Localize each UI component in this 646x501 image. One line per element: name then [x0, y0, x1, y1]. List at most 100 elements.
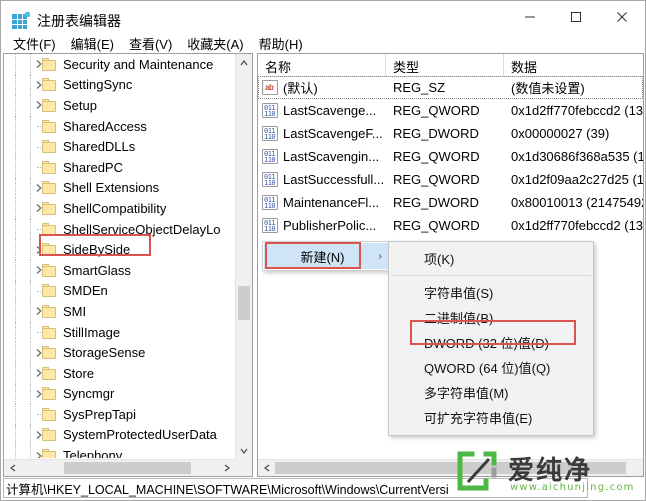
- menu-new-string[interactable]: 字符串值(S): [389, 280, 593, 305]
- tree-item-label: Syncmgr: [63, 386, 115, 402]
- tree-item-label: SharedPC: [63, 159, 123, 175]
- tree-item-settingsync[interactable]: SettingSync: [4, 74, 234, 96]
- tree-indent: [4, 177, 52, 199]
- tree-item-smartglass[interactable]: SmartGlass: [4, 259, 234, 281]
- table-row[interactable]: ab (默认) REG_SZ (数值未设置): [258, 76, 643, 99]
- tree-indent: [4, 445, 52, 458]
- table-row[interactable]: 011 110 MaintenanceFl... REG_DWORD 0x8001001…: [258, 191, 643, 214]
- tree-item-sharedpc[interactable]: SharedPC: [4, 156, 234, 178]
- tree-item-shellserviceobjectdelaylo[interactable]: ShellServiceObjectDelayLo: [4, 218, 234, 240]
- registry-tree[interactable]: Security and Maintenance SettingSync Setup…: [4, 54, 234, 458]
- value-name: LastSuccessfull...: [283, 172, 385, 187]
- tree-indent: [4, 54, 52, 75]
- folder-icon: [42, 98, 57, 112]
- menu-help[interactable]: 帮助(H): [253, 32, 312, 55]
- binary-value-icon: 011 110: [262, 195, 278, 210]
- column-header-data[interactable]: 数据: [504, 54, 643, 76]
- menu-new-key[interactable]: 项(K): [389, 246, 593, 271]
- binary-value-icon: 011 110: [262, 172, 278, 187]
- menu-edit[interactable]: 编辑(E): [65, 32, 123, 55]
- tree-scroll-down-button[interactable]: [236, 442, 252, 459]
- tree-hscroll-thumb[interactable]: [64, 462, 191, 474]
- folder-icon: [42, 181, 57, 195]
- tree-item-syncmgr[interactable]: Syncmgr: [4, 383, 234, 405]
- menu-new-expandable-str[interactable]: 可扩充字符串值(E): [389, 405, 593, 430]
- tree-item-storagesense[interactable]: StorageSense: [4, 342, 234, 363]
- tree-item-stillimage[interactable]: StillImage: [4, 321, 234, 343]
- folder-icon: [42, 263, 57, 277]
- registry-tree-pane: Security and Maintenance SettingSync Setup…: [3, 53, 253, 477]
- column-header-name[interactable]: 名称: [258, 54, 386, 76]
- minimize-button[interactable]: [507, 1, 553, 33]
- tree-item-label: Shell Extensions: [63, 180, 160, 196]
- folder-icon: [42, 201, 57, 215]
- value-name-cell: 011 110 LastScavenge...: [258, 103, 386, 118]
- tree-item-telephony[interactable]: Telephony: [4, 445, 234, 458]
- value-name: MaintenanceFl...: [283, 195, 380, 210]
- table-row[interactable]: 011 110 LastScavengeF... REG_DWORD 0x0000002…: [258, 122, 643, 145]
- menu-new-dword32[interactable]: DWORD (32 位)值(D): [389, 330, 593, 355]
- menu-new-binary[interactable]: 二进制值(B): [389, 305, 593, 330]
- tree-scroll-right-button[interactable]: [218, 460, 235, 476]
- tree-item-shellcompatibility[interactable]: ShellCompatibility: [4, 198, 234, 219]
- tree-item-smi[interactable]: SMI: [4, 301, 234, 322]
- value-name: PublisherPolic...: [283, 218, 377, 233]
- tree-item-syspreptapi[interactable]: SysPrepTapi: [4, 404, 234, 425]
- tree-indent: [4, 198, 52, 219]
- value-name-cell: 011 110 LastScavengin...: [258, 149, 386, 164]
- tree-indent: [4, 259, 52, 281]
- tree-indent: [4, 239, 52, 260]
- table-row[interactable]: 011 110 LastScavenge... REG_QWORD 0x1d2ff770…: [258, 99, 643, 122]
- maximize-button[interactable]: [553, 1, 599, 33]
- context-menu-new-label: 新建(N): [300, 249, 345, 265]
- context-menu-parent: 新建(N) ›: [262, 241, 393, 271]
- menu-bar: 文件(F) 编辑(E) 查看(V) 收藏夹(A) 帮助(H): [1, 31, 645, 55]
- tree-item-store[interactable]: Store: [4, 362, 234, 384]
- window-controls: [507, 1, 645, 33]
- context-menu-new-submenu[interactable]: 项(K) 字符串值(S) 二进制值(B) DWORD (32 位)值(D) QWORD …: [388, 241, 594, 436]
- tree-item-sidebyside[interactable]: SideBySide: [4, 239, 234, 260]
- folder-icon: [42, 284, 57, 298]
- tree-item-sharedaccess[interactable]: SharedAccess: [4, 115, 234, 137]
- menu-view[interactable]: 查看(V): [123, 32, 181, 55]
- tree-scroll-thumb[interactable]: [238, 286, 250, 320]
- tree-vertical-scrollbar[interactable]: [235, 54, 252, 459]
- tree-item-systemprotecteduserdata[interactable]: SystemProtectedUserData: [4, 424, 234, 446]
- tree-item-security-and-maintenance[interactable]: Security and Maintenance: [4, 54, 234, 75]
- tree-item-setup[interactable]: Setup: [4, 95, 234, 116]
- binary-value-icon: 011 110: [262, 103, 278, 118]
- value-type-cell: REG_QWORD: [393, 103, 480, 118]
- tree-indent: [4, 95, 52, 116]
- tree-horizontal-scrollbar[interactable]: [4, 459, 235, 476]
- tree-item-shell-extensions[interactable]: Shell Extensions: [4, 177, 234, 199]
- tree-item-label: SystemProtectedUserData: [63, 427, 217, 443]
- values-scroll-left-button[interactable]: [258, 460, 275, 476]
- value-data-cell: 0x1d2ff770febccd2 (1314: [511, 103, 643, 118]
- menu-file[interactable]: 文件(F): [7, 32, 65, 55]
- value-name: (默认): [283, 81, 318, 96]
- tree-item-label: SMI: [63, 303, 87, 319]
- menu-favorites[interactable]: 收藏夹(A): [181, 32, 252, 55]
- tree-scroll-left-button[interactable]: [4, 460, 21, 476]
- tree-item-smden[interactable]: SMDEn: [4, 280, 234, 302]
- value-type-cell: REG_QWORD: [393, 149, 480, 164]
- table-row[interactable]: 011 110 LastSuccessfull... REG_QWORD 0x1d2f0…: [258, 168, 643, 191]
- value-data-cell: 0x1d30686f368a535 (131: [511, 149, 643, 164]
- context-menu-new-item[interactable]: 新建(N) ›: [264, 243, 391, 269]
- folder-icon: [42, 119, 57, 133]
- tree-scroll-up-button[interactable]: [236, 54, 252, 71]
- value-name-cell: 011 110 LastSuccessfull...: [258, 172, 386, 187]
- table-row[interactable]: 011 110 LastScavengin... REG_QWORD 0x1d30686…: [258, 145, 643, 168]
- value-name-cell: 011 110 MaintenanceFl...: [258, 195, 386, 210]
- menu-new-qword64[interactable]: QWORD (64 位)值(Q): [389, 355, 593, 380]
- column-header-type[interactable]: 类型: [386, 54, 504, 76]
- close-button[interactable]: [599, 1, 645, 33]
- menu-new-multi-string[interactable]: 多字符串值(M): [389, 380, 593, 405]
- string-value-icon: ab: [262, 80, 278, 95]
- table-row[interactable]: 011 110 PublisherPolic... REG_QWORD 0x1d2ff7…: [258, 214, 643, 237]
- folder-icon: [42, 387, 57, 401]
- value-type-cell: REG_DWORD: [393, 195, 479, 210]
- tree-indent: [4, 280, 45, 302]
- tree-item-shareddlls[interactable]: SharedDLLs: [4, 136, 234, 157]
- value-data-cell: 0x80010013 (2147549203: [511, 195, 643, 210]
